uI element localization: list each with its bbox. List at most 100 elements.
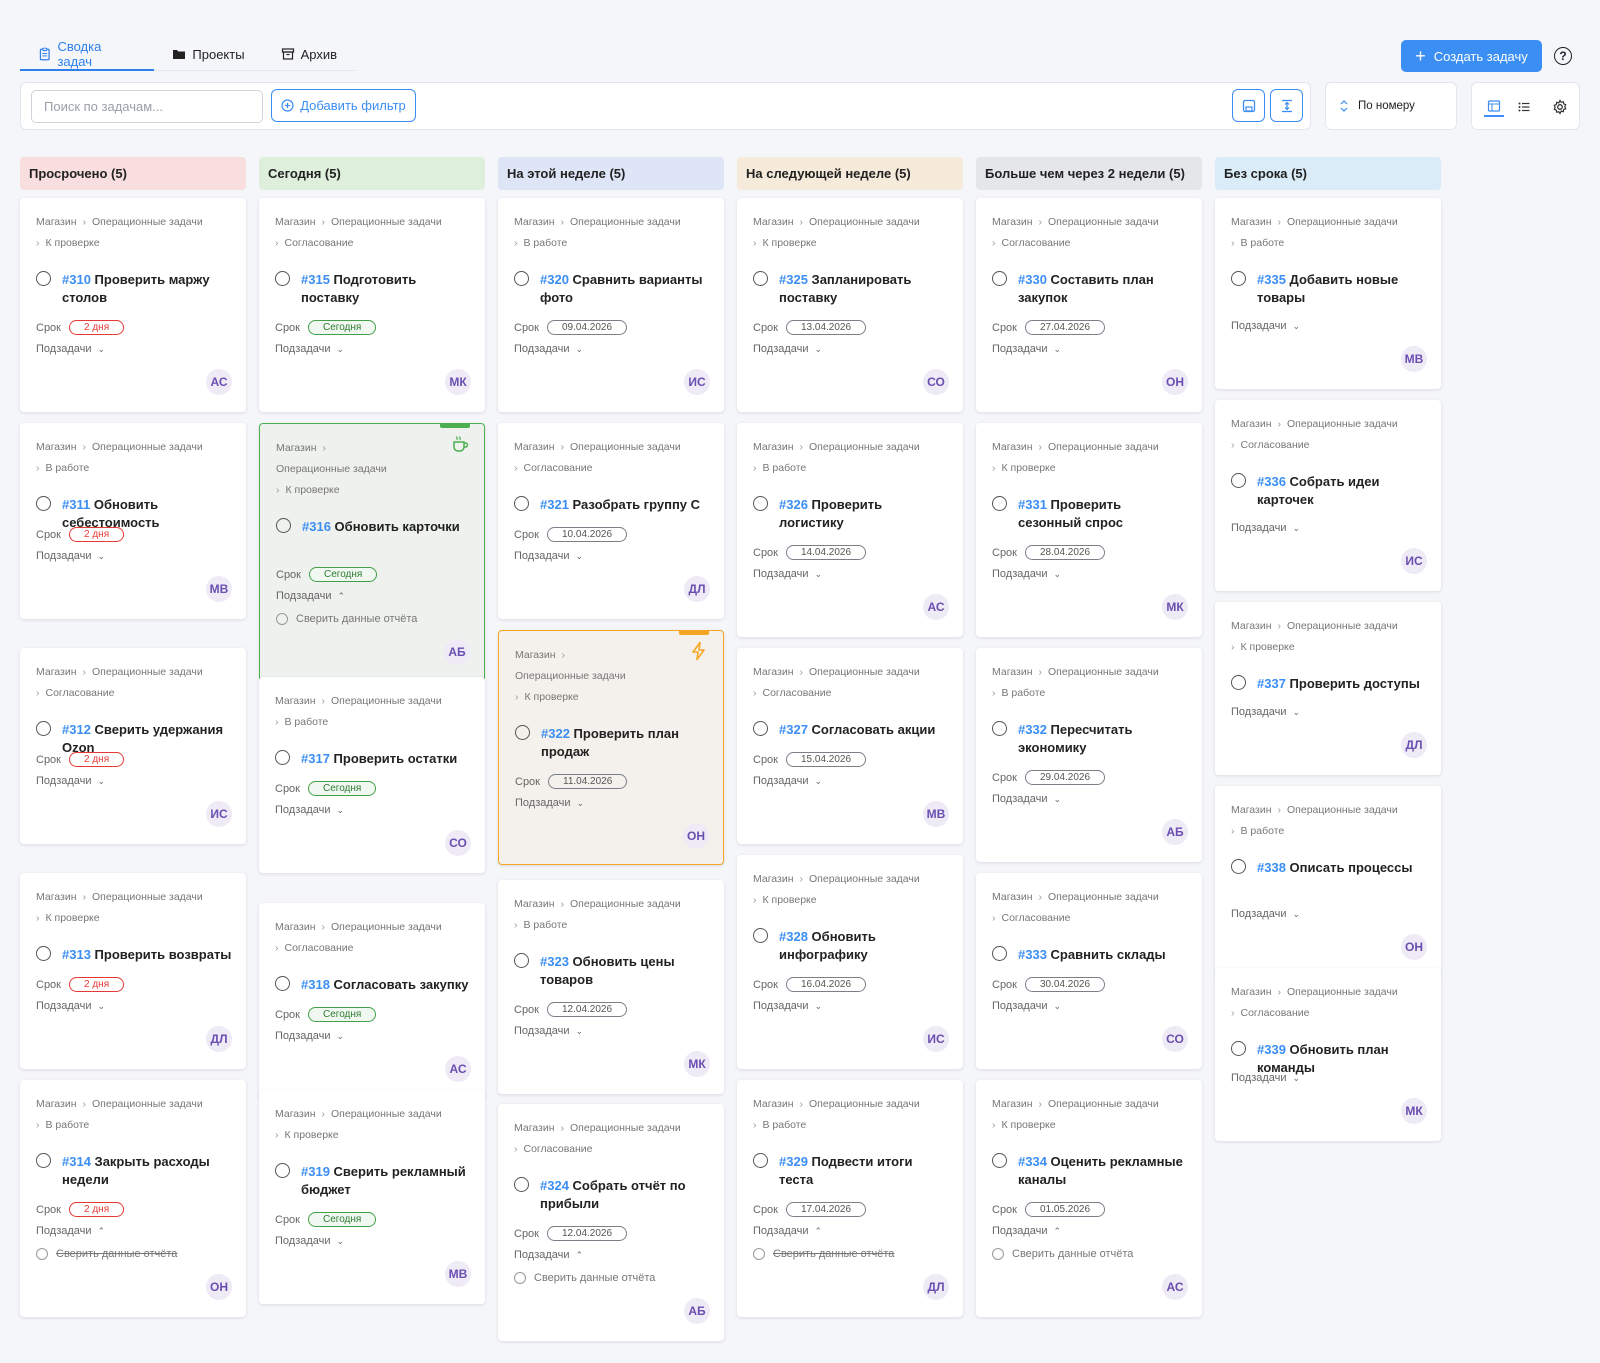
subtasks-toggle[interactable]: Подзадачи ⌄ <box>515 797 584 809</box>
list-view-icon[interactable] <box>1514 97 1534 117</box>
breadcrumb-project[interactable]: Магазин <box>514 216 555 228</box>
subtasks-toggle[interactable]: Подзадачи ⌄ <box>275 1235 344 1247</box>
breadcrumb-project[interactable]: Магазин <box>753 666 794 678</box>
subtasks-toggle[interactable]: Подзадачи ⌄ <box>753 1000 822 1012</box>
complete-radio[interactable] <box>275 271 290 286</box>
task-card[interactable]: Магазин › Операционные задачи › К проверке #3… <box>737 855 963 1069</box>
breadcrumb-section[interactable]: Операционные задачи <box>515 670 626 682</box>
avatar[interactable]: МК <box>1401 1098 1427 1124</box>
breadcrumb-project[interactable]: Магазин <box>753 216 794 228</box>
subtasks-toggle[interactable]: Подзадачи ⌄ <box>36 1000 105 1012</box>
breadcrumb-section[interactable]: Операционные задачи <box>92 891 203 903</box>
task-title[interactable]: #321 Разобрать группу С <box>514 496 710 514</box>
task-number[interactable]: #311 <box>62 497 90 512</box>
task-title[interactable]: #334 Оценить рекламные каналы <box>992 1153 1188 1189</box>
task-number[interactable]: #316 <box>302 519 331 534</box>
task-card[interactable]: Магазин › Операционные задачи › К проверке #3… <box>259 423 485 681</box>
complete-radio[interactable] <box>514 496 529 511</box>
complete-radio[interactable] <box>36 721 51 736</box>
settings-gear-icon[interactable] <box>1550 97 1570 117</box>
subtasks-toggle[interactable]: Подзадачи ⌄ <box>992 1000 1061 1012</box>
breadcrumb-status[interactable]: Согласование <box>1241 1007 1310 1019</box>
breadcrumb-status[interactable]: В работе <box>763 462 807 474</box>
breadcrumb-status[interactable]: Согласование <box>1002 912 1071 924</box>
breadcrumb-status[interactable]: В работе <box>1002 687 1046 699</box>
task-card[interactable]: Магазин › Операционные задачи › Согласование… <box>976 873 1202 1069</box>
complete-radio[interactable] <box>1231 675 1246 690</box>
subtasks-toggle[interactable]: Подзадачи ⌄ <box>753 343 822 355</box>
task-card[interactable]: Магазин › Операционные задачи › К проверке #3… <box>737 198 963 412</box>
avatar[interactable]: СО <box>923 369 949 395</box>
task-card[interactable]: Магазин › Операционные задачи › Согласование… <box>259 903 485 1099</box>
task-title[interactable]: #329 Подвести итоги теста <box>753 1153 949 1189</box>
breadcrumb-status[interactable]: К проверке <box>763 894 817 906</box>
breadcrumb-status[interactable]: К проверке <box>46 237 100 249</box>
breadcrumb-status[interactable]: Согласование <box>524 1143 593 1155</box>
breadcrumb-section[interactable]: Операционные задачи <box>92 441 203 453</box>
task-title[interactable]: #310 Проверить маржу столов <box>36 271 232 307</box>
avatar[interactable]: ОН <box>1162 369 1188 395</box>
task-title[interactable]: #331 Проверить сезонный спрос <box>992 496 1188 532</box>
breadcrumb-status[interactable]: В работе <box>524 237 568 249</box>
task-card[interactable]: Магазин › Операционные задачи › Согласование… <box>1215 968 1441 1141</box>
task-number[interactable]: #334 <box>1018 1154 1047 1169</box>
breadcrumb-status[interactable]: К проверке <box>286 484 340 496</box>
task-card[interactable]: Магазин › Операционные задачи › Согласование… <box>976 198 1202 412</box>
breadcrumb-status[interactable]: В работе <box>1241 237 1285 249</box>
breadcrumb-section[interactable]: Операционные задачи <box>1287 620 1398 632</box>
search-input[interactable] <box>31 90 263 123</box>
breadcrumb-status[interactable]: К проверке <box>1002 1119 1056 1131</box>
task-card[interactable]: Магазин › Операционные задачи › Согласование… <box>498 423 724 619</box>
task-number[interactable]: #336 <box>1257 474 1286 489</box>
breadcrumb-project[interactable]: Магазин <box>36 891 77 903</box>
breadcrumb-project[interactable]: Магазин <box>992 891 1033 903</box>
subtasks-toggle[interactable]: Подзадачи ⌄ <box>992 568 1061 580</box>
complete-radio[interactable] <box>753 1153 768 1168</box>
task-card[interactable]: Магазин › Операционные задачи › В работе #323… <box>498 880 724 1094</box>
breadcrumb-project[interactable]: Магазин <box>275 921 316 933</box>
complete-radio[interactable] <box>753 928 768 943</box>
task-card[interactable]: Магазин › Операционные задачи › В работе #335… <box>1215 198 1441 389</box>
breadcrumb-project[interactable]: Магазин <box>276 442 317 454</box>
breadcrumb-project[interactable]: Магазин <box>753 441 794 453</box>
breadcrumb-project[interactable]: Магазин <box>992 1098 1033 1110</box>
breadcrumb-status[interactable]: К проверке <box>1002 462 1056 474</box>
subtasks-toggle[interactable]: Подзадачи ⌄ <box>1231 908 1300 920</box>
breadcrumb-project[interactable]: Магазин <box>992 216 1033 228</box>
task-title[interactable]: #324 Собрать отчёт по прибыли <box>514 1177 710 1213</box>
breadcrumb-status[interactable]: К проверке <box>46 912 100 924</box>
breadcrumb-project[interactable]: Магазин <box>275 1108 316 1120</box>
subtasks-toggle[interactable]: Подзадачи ⌄ <box>275 804 344 816</box>
complete-radio[interactable] <box>753 271 768 286</box>
breadcrumb-project[interactable]: Магазин <box>514 1122 555 1134</box>
breadcrumb-section[interactable]: Операционные задачи <box>1048 216 1159 228</box>
avatar[interactable]: МК <box>684 1051 710 1077</box>
avatar[interactable]: СО <box>445 830 471 856</box>
task-number[interactable]: #312 <box>62 722 91 737</box>
task-card[interactable]: Магазин › Операционные задачи › К проверке #3… <box>1215 602 1441 775</box>
task-title[interactable]: #318 Согласовать закупку <box>275 976 471 994</box>
breadcrumb-section[interactable]: Операционные задачи <box>570 1122 681 1134</box>
subtasks-toggle[interactable]: Подзадачи ⌃ <box>753 1225 822 1237</box>
breadcrumb-status[interactable]: Согласование <box>1002 237 1071 249</box>
task-card[interactable]: Магазин › Операционные задачи › К проверке #3… <box>498 630 724 865</box>
avatar[interactable]: МВ <box>1401 346 1427 372</box>
subtask-item[interactable]: Сверить данные отчёта <box>514 1272 655 1284</box>
complete-radio[interactable] <box>753 496 768 511</box>
task-card[interactable]: Магазин › Операционные задачи › К проверке #3… <box>20 198 246 412</box>
subtask-item[interactable]: Сверить данные отчёта <box>276 613 417 625</box>
complete-radio[interactable] <box>514 953 529 968</box>
complete-radio[interactable] <box>275 1163 290 1178</box>
task-number[interactable]: #321 <box>540 497 569 512</box>
avatar[interactable]: АБ <box>1162 819 1188 845</box>
avatar[interactable]: ДЛ <box>923 1274 949 1300</box>
subtasks-toggle[interactable]: Подзадачи ⌄ <box>514 1025 583 1037</box>
complete-radio[interactable] <box>275 976 290 991</box>
breadcrumb-section[interactable]: Операционные задачи <box>570 898 681 910</box>
breadcrumb-project[interactable]: Магазин <box>1231 986 1272 998</box>
task-number[interactable]: #323 <box>540 954 569 969</box>
create-task-button[interactable]: + Создать задачу <box>1401 40 1542 72</box>
complete-radio[interactable] <box>1231 859 1246 874</box>
avatar[interactable]: АС <box>1162 1274 1188 1300</box>
breadcrumb-section[interactable]: Операционные задачи <box>92 216 203 228</box>
